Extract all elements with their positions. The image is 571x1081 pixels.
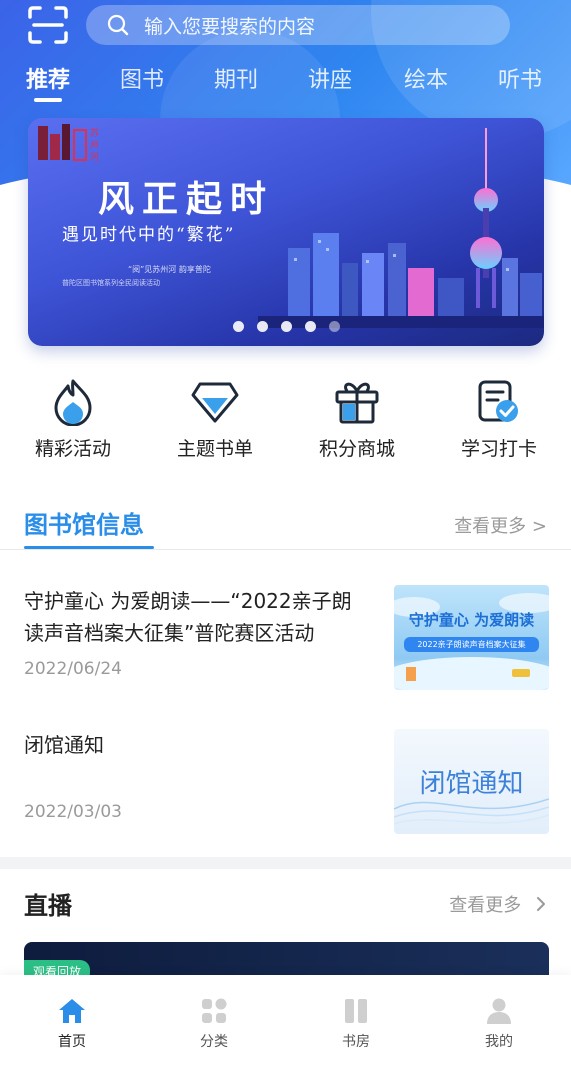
nav-label: 书房 xyxy=(342,1034,370,1050)
nav-label: 我的 xyxy=(485,1034,513,1050)
tab-journals[interactable]: 期刊 xyxy=(214,62,258,94)
category-icon xyxy=(202,998,227,1023)
tab-picture-books[interactable]: 绘本 xyxy=(404,62,448,94)
carousel-dot[interactable] xyxy=(256,321,268,332)
banner-subline: 遇见时代中的“繁花” xyxy=(62,225,236,245)
section-separator xyxy=(0,857,571,869)
quick-entry-label: 积分商城 xyxy=(318,438,395,460)
news-thumbnail-title: 守护童心 为爱朗读 xyxy=(408,611,535,629)
quick-entry-label: 精彩活动 xyxy=(34,438,111,460)
live-more-link[interactable]: 查看更多 xyxy=(449,891,547,917)
news-title: 闭馆通知 xyxy=(24,733,104,757)
search-bar[interactable]: 输入您要搜索的内容 xyxy=(86,5,510,45)
tab-recommend[interactable]: 推荐 xyxy=(26,62,70,102)
news-date: 2022/06/24 xyxy=(24,659,122,679)
quick-entry-label: 学习打卡 xyxy=(460,438,537,460)
tab-lectures[interactable]: 讲座 xyxy=(308,62,352,94)
quick-entry-activities[interactable]: 精彩活动 xyxy=(13,378,133,461)
nav-category[interactable]: 分类 xyxy=(169,997,259,1051)
divider xyxy=(0,549,571,550)
svg-text:河: 河 xyxy=(90,151,99,163)
bookshelf-icon xyxy=(345,999,367,1023)
flame-icon xyxy=(54,379,92,426)
nav-home[interactable]: 首页 xyxy=(27,997,117,1051)
banner-caption-2: 普陀区图书馆系列全民阅读活动 xyxy=(62,279,160,287)
checklist-icon xyxy=(478,380,518,422)
home-icon xyxy=(59,999,85,1023)
news-item[interactable]: 守护童心 为爱朗读——“2022亲子朗读声音档案大征集”普陀赛区活动 2022/… xyxy=(24,585,549,695)
carousel-dot-active[interactable] xyxy=(304,321,316,332)
nav-bookshelf[interactable]: 书房 xyxy=(311,997,401,1051)
gift-icon xyxy=(335,382,379,424)
city-skyline-illustration xyxy=(258,128,544,328)
search-icon xyxy=(107,14,129,36)
tab-audiobooks[interactable]: 听书 xyxy=(498,62,542,94)
chevron-right-icon xyxy=(537,897,545,911)
svg-text:州: 州 xyxy=(90,140,99,151)
suzhou-river-logo: 苏 州 河 xyxy=(38,124,99,163)
nav-label: 首页 xyxy=(58,1034,86,1050)
news-thumbnail-subtitle: 2022亲子朗读声音档案大征集 xyxy=(404,637,539,652)
search-placeholder: 输入您要搜索的内容 xyxy=(144,15,316,38)
library-info-more-link[interactable]: 查看更多 > xyxy=(454,512,547,538)
quick-entry-points-mall[interactable]: 积分商城 xyxy=(297,378,417,461)
live-more-label: 查看更多 xyxy=(449,895,522,916)
banner-headline: 风正起时 xyxy=(98,178,275,220)
section-title-live: 直播 xyxy=(24,892,72,920)
carousel-dot[interactable] xyxy=(328,321,340,332)
carousel-dot[interactable] xyxy=(280,321,292,332)
diamond-icon xyxy=(191,382,239,423)
banner-carousel[interactable]: 苏 州 河 风正起时 遇见时代中的“繁花” “阅”见苏州河 韵享普陀 普陀区图书… xyxy=(28,118,544,346)
news-thumbnail: 守护童心 为爱朗读 2022亲子朗读声音档案大征集 xyxy=(394,585,549,690)
carousel-indicator xyxy=(28,321,544,332)
category-tabs: 推荐 图书 期刊 讲座 绘本 听书 xyxy=(0,62,571,106)
bottom-nav: 首页 分类 书房 我的 xyxy=(0,975,571,1081)
section-title-library-info: 图书馆信息 xyxy=(24,511,144,539)
quick-entry-study-checkin[interactable]: 学习打卡 xyxy=(439,378,559,461)
banner-caption-1: “阅”见苏州河 韵享普陀 xyxy=(128,265,211,274)
news-thumbnail-title: 闭馆通知 xyxy=(419,769,524,799)
news-item[interactable]: 闭馆通知 2022/03/03 闭馆通知 xyxy=(24,729,549,834)
quick-entries: 精彩活动 主题书单 积分商城 学习打卡 xyxy=(0,378,571,468)
quick-entry-label: 主题书单 xyxy=(176,438,253,460)
news-date: 2022/03/03 xyxy=(24,802,122,822)
nav-label: 分类 xyxy=(200,1034,228,1050)
tab-books[interactable]: 图书 xyxy=(120,62,164,94)
nav-profile[interactable]: 我的 xyxy=(454,997,544,1051)
news-title: 守护童心 为爱朗读——“2022亲子朗读声音档案大征集”普陀赛区活动 xyxy=(24,589,352,645)
svg-text:苏: 苏 xyxy=(90,127,99,139)
user-icon xyxy=(487,998,511,1024)
carousel-dot[interactable] xyxy=(232,321,244,332)
scan-icon[interactable] xyxy=(26,5,70,45)
news-thumbnail: 闭馆通知 xyxy=(394,729,549,834)
quick-entry-booklists[interactable]: 主题书单 xyxy=(155,378,275,461)
